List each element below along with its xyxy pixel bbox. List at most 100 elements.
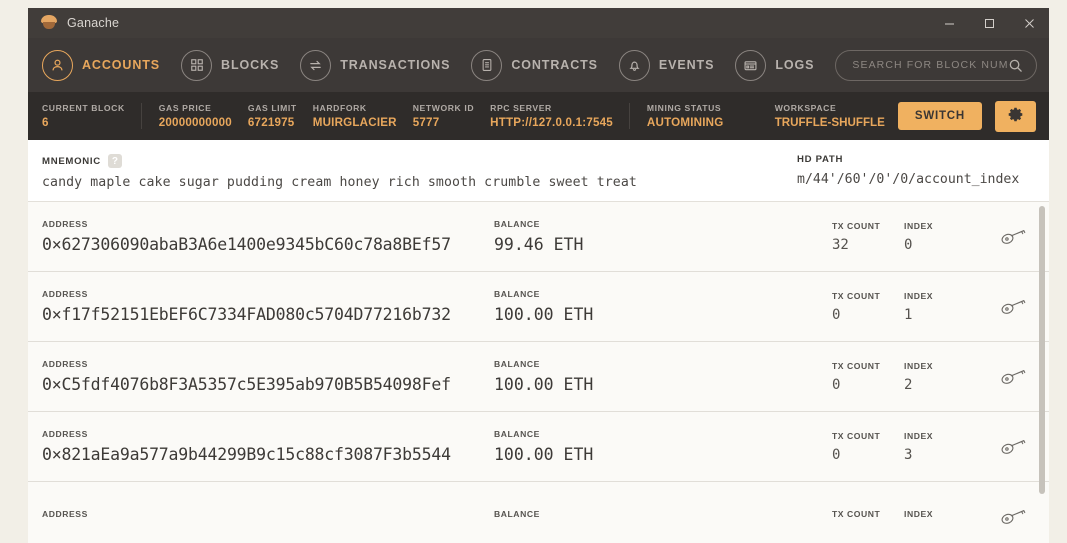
nav-item-contracts[interactable]: CONTRACTS xyxy=(471,49,598,81)
nav-label-logs: LOGS xyxy=(775,58,815,72)
key-icon[interactable] xyxy=(1001,438,1035,456)
column-header-tx-count: TX COUNT xyxy=(832,508,881,519)
workspace-section: WORKSPACE TRUFFLE-SHUFFLE SWITCH xyxy=(774,100,1036,132)
account-txcount-value: 0 xyxy=(832,306,841,323)
maximize-icon[interactable] xyxy=(969,8,1009,38)
column-header-index: INDEX xyxy=(904,220,934,231)
key-icon[interactable] xyxy=(1001,368,1035,386)
table-row[interactable]: ADDRESS 0×627306090abaB3A6e1400e9345bC60… xyxy=(28,202,1049,272)
window-controls xyxy=(929,8,1049,38)
stat-gas-limit: GAS LIMIT 6721975 xyxy=(248,103,313,129)
key-icon[interactable] xyxy=(1001,298,1035,316)
gear-icon xyxy=(1007,106,1024,126)
minimize-icon[interactable] xyxy=(929,8,969,38)
key-icon[interactable] xyxy=(1001,508,1035,526)
hd-path-value: m/44'/60'/0'/0/account_index xyxy=(797,172,1020,187)
search-input[interactable] xyxy=(852,59,1008,71)
ganache-logo-icon xyxy=(39,15,59,31)
stat-value-hardfork: MUIRGLACIER xyxy=(312,116,397,129)
account-balance-value: 100.00 ETH xyxy=(494,375,594,394)
settings-button[interactable] xyxy=(995,100,1036,132)
stat-label-hardfork: HARDFORK xyxy=(312,103,367,113)
mnemonic-header: MNEMONIC ? xyxy=(42,154,797,168)
stat-mining-status: MINING STATUS AUTOMINING xyxy=(628,103,740,129)
account-txcount-cell: TX COUNT 32 xyxy=(832,221,904,253)
column-header-index: INDEX xyxy=(904,508,934,519)
account-txcount-cell: TX COUNT 0 xyxy=(832,291,904,323)
account-index-value: 0 xyxy=(904,236,913,253)
table-row[interactable]: ADDRESS 0×f17f52151EbEF6C7334FAD080c5704… xyxy=(28,272,1049,342)
nav-item-blocks[interactable]: BLOCKS xyxy=(181,49,280,81)
account-address-cell: ADDRESS 0×f17f52151EbEF6C7334FAD080c5704… xyxy=(42,289,494,324)
account-address-cell: ADDRESS 0×C5fdf4076b8F3A5357c5E395ab970B… xyxy=(42,359,494,394)
column-header-index: INDEX xyxy=(904,290,934,301)
stat-label-mining-status: MINING STATUS xyxy=(646,103,722,113)
scrollbar-thumb[interactable] xyxy=(1039,206,1045,494)
table-row[interactable]: ADDRESS 0×C5fdf4076b8F3A5357c5E395ab970B… xyxy=(28,342,1049,412)
main-navigation: ACCOUNTS BLOCKS TRANSACTIONS CONTRACTS E… xyxy=(28,38,1049,92)
title-bar: Ganache xyxy=(28,8,1049,38)
stat-value-current-block: 6 xyxy=(42,116,49,129)
hd-path-label: HD PATH xyxy=(797,154,844,165)
stat-value-network-id: 5777 xyxy=(412,116,440,129)
account-balance-cell: BALANCE xyxy=(494,509,832,525)
stat-label-current-block: CURRENT BLOCK xyxy=(42,103,125,113)
column-header-address: ADDRESS xyxy=(42,359,88,369)
column-header-address: ADDRESS xyxy=(42,508,88,519)
logs-icon xyxy=(735,49,767,81)
stat-value-gas-limit: 6721975 xyxy=(247,116,295,129)
workspace-label: WORKSPACE xyxy=(774,103,837,113)
stat-network-id: NETWORK ID 5777 xyxy=(413,103,490,129)
account-balance-value: 100.00 ETH xyxy=(494,305,594,324)
bell-icon xyxy=(618,49,650,81)
column-header-balance: BALANCE xyxy=(494,289,540,299)
account-address-cell: ADDRESS xyxy=(42,509,494,525)
key-icon[interactable] xyxy=(1001,228,1035,246)
switch-workspace-button[interactable]: SWITCH xyxy=(897,102,982,130)
account-txcount-value: 32 xyxy=(832,236,849,253)
nav-item-accounts[interactable]: ACCOUNTS xyxy=(42,49,161,81)
account-index-cell: INDEX 2 xyxy=(904,361,986,393)
account-index-value: 2 xyxy=(904,376,913,393)
column-header-balance: BALANCE xyxy=(494,508,540,519)
stat-current-block: CURRENT BLOCK 6 xyxy=(28,103,141,129)
nav-label-accounts: ACCOUNTS xyxy=(82,58,161,72)
help-icon[interactable]: ? xyxy=(107,154,122,168)
workspace-name: TRUFFLE-SHUFFLE xyxy=(774,116,885,129)
mnemonic-label: MNEMONIC xyxy=(42,155,101,167)
window-title: Ganache xyxy=(67,16,120,30)
nav-label-events: EVENTS xyxy=(658,58,715,72)
stat-label-gas-price: GAS PRICE xyxy=(158,103,212,113)
nav-label-blocks: BLOCKS xyxy=(221,58,280,72)
account-address-cell: ADDRESS 0×627306090abaB3A6e1400e9345bC60… xyxy=(42,219,494,254)
blocks-grid-icon xyxy=(181,49,213,81)
account-txcount-value: 0 xyxy=(832,376,841,393)
account-address-value: 0×C5fdf4076b8F3A5357c5E395ab970B5B54098F… xyxy=(42,375,451,394)
user-icon xyxy=(42,49,73,81)
close-icon[interactable] xyxy=(1009,8,1049,38)
column-header-address: ADDRESS xyxy=(42,219,88,229)
account-address-value: 0×f17f52151EbEF6C7334FAD080c5704D77216b7… xyxy=(42,305,451,324)
stat-label-rpc-server: RPC SERVER xyxy=(490,103,552,113)
nav-label-transactions: TRANSACTIONS xyxy=(340,58,451,72)
ganache-window: Ganache ACCOUNTS BLOCKS TRANSACTIONS CON… xyxy=(28,8,1049,543)
table-row[interactable]: ADDRESS 0×821aEa9a577a9b44299B9c15c88cf3… xyxy=(28,412,1049,482)
account-txcount-cell: TX COUNT 0 xyxy=(832,361,904,393)
nav-item-logs[interactable]: LOGS xyxy=(735,49,815,81)
column-header-tx-count: TX COUNT xyxy=(832,220,881,231)
nav-item-events[interactable]: EVENTS xyxy=(618,49,715,81)
column-header-address: ADDRESS xyxy=(42,289,88,299)
table-row[interactable]: ADDRESS BALANCE TX COUNT INDEX xyxy=(28,482,1049,543)
stat-value-rpc-server: HTTP://127.0.0.1:7545 xyxy=(490,116,613,129)
nav-item-transactions[interactable]: TRANSACTIONS xyxy=(300,49,451,81)
accounts-scrollbar[interactable] xyxy=(1037,202,1046,543)
stat-label-network-id: NETWORK ID xyxy=(412,103,475,113)
column-header-tx-count: TX COUNT xyxy=(832,430,881,441)
status-bar: CURRENT BLOCK 6 GAS PRICE 20000000000 GA… xyxy=(28,92,1049,140)
account-index-value: 3 xyxy=(904,446,913,463)
account-balance-cell: BALANCE 100.00 ETH xyxy=(494,359,832,394)
column-header-tx-count: TX COUNT xyxy=(832,290,881,301)
stat-rpc-server: RPC SERVER HTTP://127.0.0.1:7545 xyxy=(490,103,629,129)
search-box[interactable] xyxy=(835,49,1037,81)
search-icon[interactable] xyxy=(1008,58,1023,73)
